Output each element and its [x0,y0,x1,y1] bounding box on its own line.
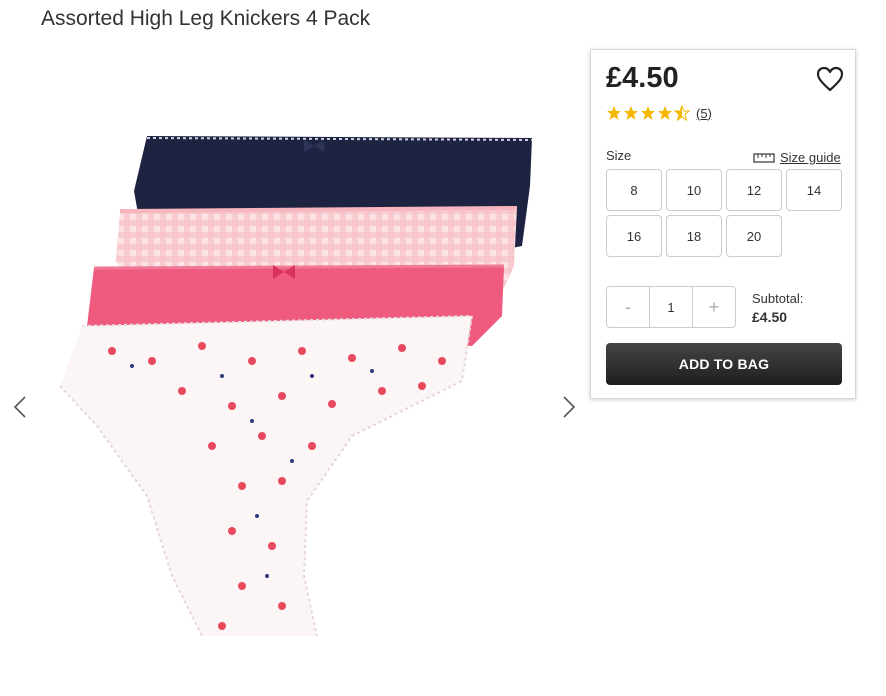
purchase-panel: £4.50 (5) Size Size guide 8 10 12 14 16 … [590,49,856,399]
next-image-arrow[interactable] [557,389,581,425]
star-icon [624,106,638,120]
size-option[interactable]: 12 [726,169,782,211]
product-gallery [0,40,590,667]
half-star-icon [674,105,690,121]
quantity-input[interactable]: 1 [649,287,693,327]
star-icon [658,106,672,120]
size-label: Size [606,148,632,163]
size-option[interactable]: 20 [726,215,782,257]
size-guide-link[interactable]: Size guide [753,150,841,165]
quantity-stepper: - 1 + [606,286,736,328]
product-price: £4.50 [606,62,679,94]
product-image [59,136,533,637]
ruler-icon [753,152,775,163]
add-to-bag-button[interactable]: ADD TO BAG [606,343,842,385]
star-icon [641,106,655,120]
size-option[interactable]: 14 [786,169,842,211]
wishlist-heart-icon[interactable] [816,66,844,92]
star-icon [607,106,621,120]
quantity-increase-button[interactable]: + [693,287,735,327]
chevron-right-icon [563,396,576,418]
size-option[interactable]: 8 [606,169,662,211]
previous-image-arrow[interactable] [8,389,32,425]
reviews-count-link[interactable]: (5) [696,106,712,121]
product-title: Assorted High Leg Knickers 4 Pack [41,7,371,30]
size-option[interactable]: 18 [666,215,722,257]
rating-stars: (5) [606,105,712,121]
quantity-decrease-button[interactable]: - [607,287,649,327]
subtotal: Subtotal: £4.50 [752,290,803,326]
subtotal-label: Subtotal: [752,291,804,306]
chevron-left-icon [13,396,26,418]
size-option[interactable]: 16 [606,215,662,257]
size-guide-label: Size guide [780,150,841,165]
subtotal-amount: £4.50 [752,309,788,325]
size-option[interactable]: 10 [666,169,722,211]
